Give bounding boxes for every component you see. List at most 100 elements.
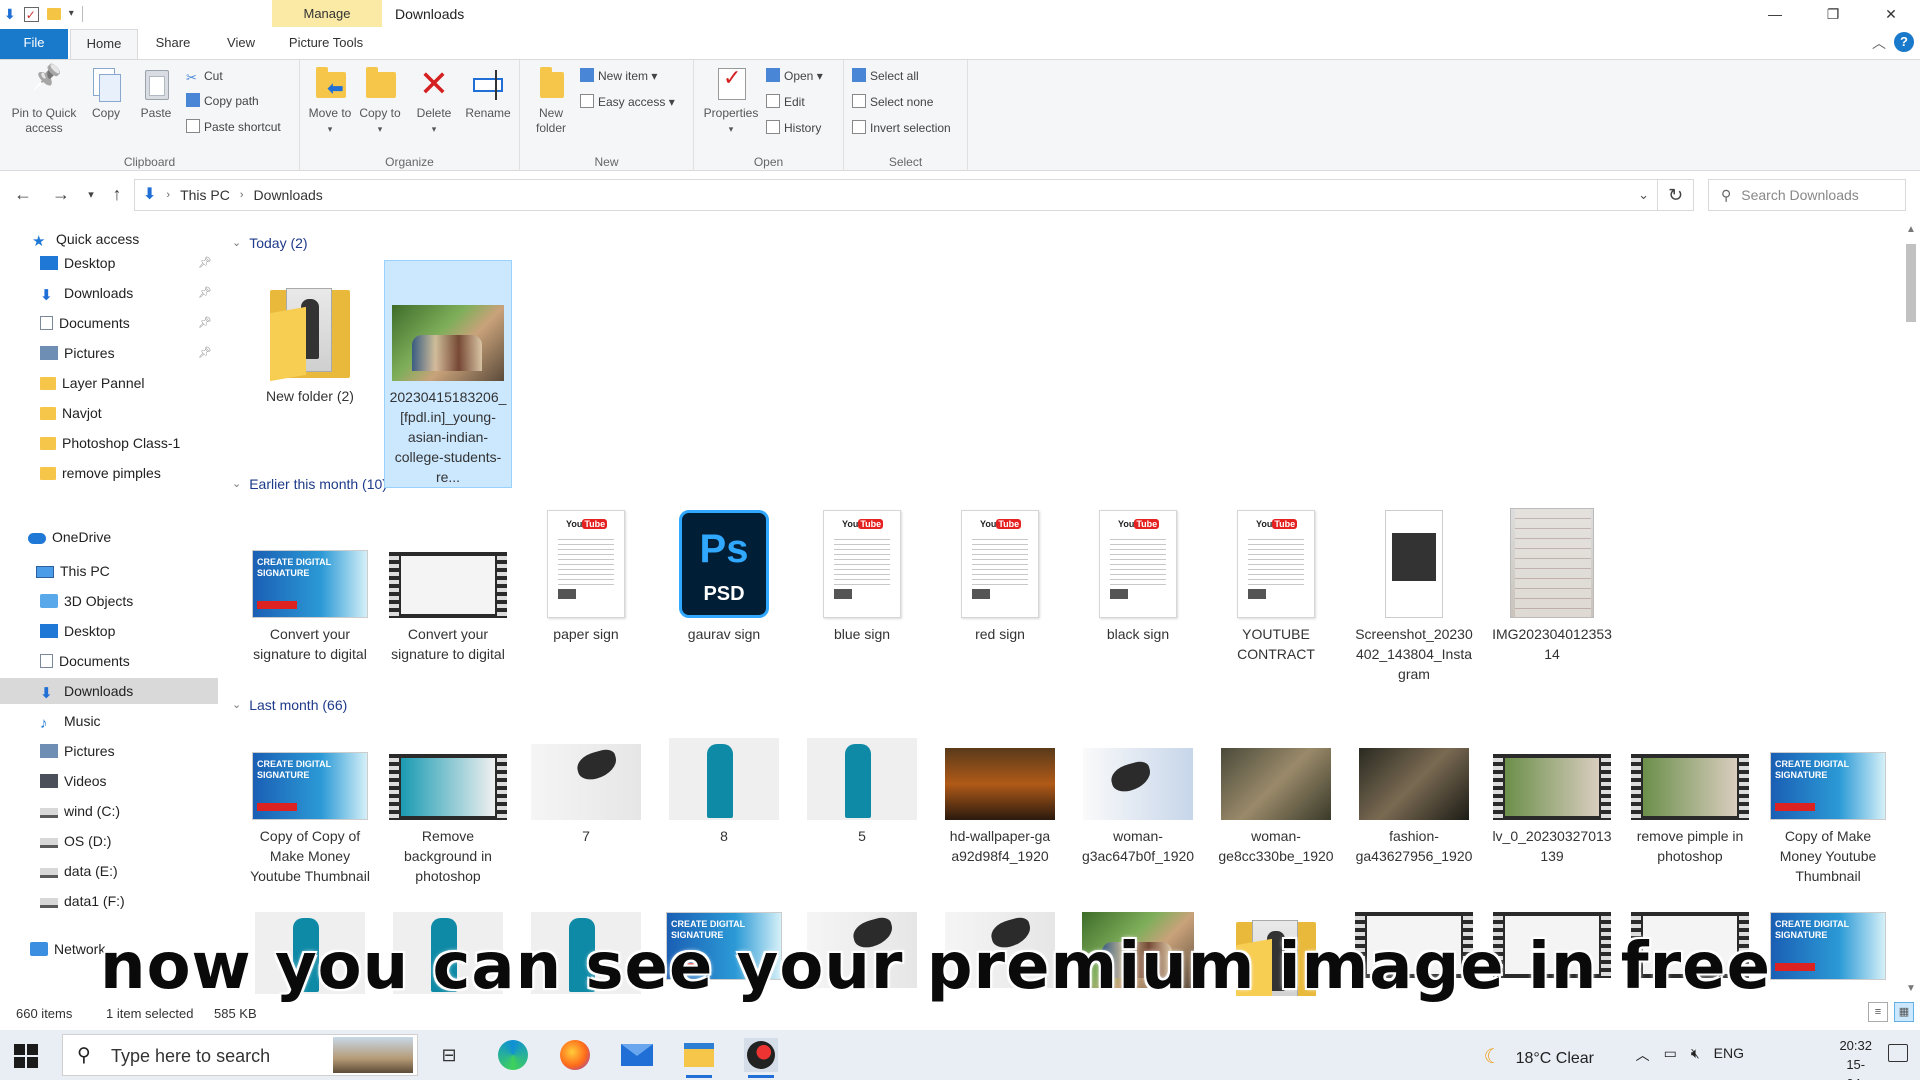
file-item[interactable]: woman-g3ac647b0f_1920 — [1074, 728, 1202, 866]
network-icon[interactable]: ▭ — [1664, 1045, 1677, 1065]
file-item[interactable]: 8 — [660, 728, 788, 846]
file-explorer-icon[interactable] — [682, 1038, 716, 1078]
edit-button[interactable]: Edit — [766, 92, 805, 112]
file-item[interactable]: You Tube YOUTUBE CONTRACT — [1212, 508, 1340, 664]
nav-this-pc[interactable]: This PC — [0, 558, 218, 584]
file-item[interactable]: You Tube paper sign — [522, 508, 650, 644]
manage-contextual-tab[interactable]: Manage — [272, 0, 382, 27]
file-item[interactable]: Convert your signature to digital — [384, 508, 512, 664]
language-indicator[interactable]: ENG — [1714, 1045, 1744, 1065]
easy-access-button[interactable]: Easy access ▾ — [580, 92, 675, 112]
tab-view[interactable]: View — [216, 29, 266, 59]
nav-pc-item[interactable]: Desktop — [0, 618, 218, 644]
recording-app-icon[interactable] — [744, 1038, 778, 1078]
new-item-button[interactable]: New item ▾ — [580, 66, 657, 86]
nav-pc-item[interactable]: ♪ Music — [0, 708, 218, 734]
select-none-button[interactable]: Select none — [852, 92, 933, 112]
task-view-icon[interactable]: ⊟ — [432, 1038, 466, 1072]
scroll-down-arrow-icon[interactable]: ▼ — [1902, 983, 1920, 994]
address-dropdown-chevron-icon[interactable]: ⌄ — [1638, 187, 1649, 203]
nav-quick-item[interactable]: Navjot — [0, 400, 218, 426]
file-item[interactable]: Ps PSD gaurav sign — [660, 508, 788, 644]
file-item[interactable]: fashion-ga43627956_1920 — [1350, 728, 1478, 866]
tab-picture-tools[interactable]: Picture Tools — [276, 29, 376, 59]
copy-path-button[interactable]: Copy path — [186, 91, 259, 111]
pin-icon[interactable]: 📌︎ — [198, 310, 212, 336]
open-button[interactable]: Open ▾ — [766, 66, 823, 86]
nav-quick-access[interactable]: ★ Quick access — [0, 226, 218, 252]
paste-button[interactable]: Paste — [134, 66, 178, 121]
close-button[interactable]: ✕ — [1862, 0, 1920, 29]
file-item[interactable]: woman-ge8cc330be_1920 — [1212, 728, 1340, 866]
tab-share[interactable]: Share — [148, 29, 198, 59]
move-to-button[interactable]: ⬅ Move to ▾ — [308, 66, 352, 137]
cut-button[interactable]: ✂ Cut — [186, 66, 223, 86]
file-item[interactable]: IMG20230401235314 — [1488, 508, 1616, 664]
select-all-button[interactable]: Select all — [852, 66, 919, 86]
taskbar-search-input[interactable]: ⚲ Type here to search — [62, 1034, 418, 1076]
up-arrow-icon[interactable]: ↑ — [106, 184, 128, 205]
scrollbar-thumb[interactable] — [1906, 244, 1916, 322]
copy-button[interactable]: Copy — [84, 66, 128, 121]
details-view-icon[interactable]: ≡ — [1868, 1002, 1888, 1022]
nav-quick-item[interactable]: Layer Pannel — [0, 370, 218, 396]
nav-quick-item[interactable]: ⬇ Downloads 📌︎ — [0, 280, 218, 306]
large-icons-view-icon[interactable]: ▦ — [1894, 1002, 1914, 1022]
file-item[interactable]: 5 — [798, 728, 926, 846]
paste-shortcut-button[interactable]: Paste shortcut — [186, 117, 281, 137]
mail-icon[interactable] — [620, 1038, 654, 1072]
firefox-icon[interactable] — [558, 1038, 592, 1072]
file-item[interactable]: You Tube red sign — [936, 508, 1064, 644]
file-item[interactable]: Screenshot_20230402_143804_Instagram — [1350, 508, 1478, 684]
restore-button[interactable]: ❐ — [1804, 0, 1862, 29]
delete-button[interactable]: ✕ Delete ▾ — [412, 66, 456, 137]
edge-browser-icon[interactable] — [496, 1038, 530, 1072]
collapse-ribbon-icon[interactable]: ︿ — [1872, 33, 1886, 53]
copy-to-button[interactable]: Copy to ▾ — [358, 66, 402, 137]
volume-muted-icon[interactable]: 🔇︎ — [1691, 1045, 1700, 1065]
file-item[interactable]: hd-wallpaper-ga a92d98f4_1920 — [936, 728, 1064, 866]
customize-toolbar-chevron-icon[interactable]: ▾ — [69, 4, 74, 24]
file-item[interactable]: CREATE DIGITAL SIGNATURE Copy of Make Mon… — [1764, 728, 1892, 886]
breadcrumb-separator-icon[interactable]: › — [166, 180, 170, 210]
nav-quick-item[interactable]: Photoshop Class-1 — [0, 430, 218, 456]
nav-quick-item[interactable]: remove pimples — [0, 460, 218, 486]
file-item[interactable]: You Tube black sign — [1074, 508, 1202, 644]
help-icon[interactable]: ? — [1894, 32, 1914, 52]
weather-widget[interactable]: ☾ 18°C Clear — [1484, 1044, 1594, 1069]
file-item[interactable]: lv_0_20230327013139 — [1488, 728, 1616, 866]
group-header-last-month[interactable]: ⌄ Last month (66) — [232, 694, 347, 716]
tab-file[interactable]: File — [0, 29, 68, 59]
minimize-button[interactable]: — — [1746, 0, 1804, 29]
nav-pc-item[interactable]: Videos — [0, 768, 218, 794]
new-folder-icon[interactable] — [46, 8, 61, 20]
breadcrumb-this-pc[interactable]: This PC — [180, 180, 230, 210]
file-item[interactable]: Remove background in photoshop — [384, 728, 512, 886]
nav-pc-item[interactable]: OS (D:) — [0, 828, 218, 854]
address-bar[interactable]: ⬇ › This PC › Downloads ⌄ — [134, 179, 1658, 211]
notification-center-icon[interactable] — [1888, 1044, 1908, 1062]
new-folder-button[interactable]: New folder — [528, 66, 574, 136]
nav-pc-item[interactable]: 3D Objects — [0, 588, 218, 614]
rename-button[interactable]: Rename — [462, 66, 514, 121]
breadcrumb-downloads[interactable]: Downloads — [254, 180, 323, 210]
search-input[interactable]: ⚲ Search Downloads — [1708, 179, 1906, 211]
nav-onedrive[interactable]: OneDrive — [0, 524, 218, 550]
back-arrow-icon[interactable]: ← — [12, 184, 34, 205]
group-header-earlier[interactable]: ⌄ Earlier this month (10) — [232, 473, 387, 495]
refresh-icon[interactable]: ↻ — [1658, 179, 1694, 211]
scroll-up-arrow-icon[interactable]: ▲ — [1902, 224, 1920, 235]
vertical-scrollbar[interactable]: ▲ ▼ — [1902, 222, 1920, 996]
breadcrumb-separator-icon[interactable]: › — [240, 180, 244, 210]
nav-quick-item[interactable]: Pictures 📌︎ — [0, 340, 218, 366]
nav-pc-item[interactable]: data (E:) — [0, 858, 218, 884]
nav-pc-item[interactable]: Pictures — [0, 738, 218, 764]
file-item[interactable]: You Tube blue sign — [798, 508, 926, 644]
show-hidden-icons-chevron-icon[interactable]: ︿ — [1636, 1045, 1650, 1065]
nav-pc-item[interactable]: wind (C:) — [0, 798, 218, 824]
recent-locations-chevron-icon[interactable]: ▾ — [80, 188, 102, 201]
pin-to-quick-access-button[interactable]: Pin to Quick access — [4, 66, 84, 136]
windows-start-icon[interactable] — [14, 1044, 38, 1068]
nav-pc-item[interactable]: ⬇ Downloads — [0, 678, 218, 704]
nav-pc-item[interactable]: Documents — [0, 648, 218, 674]
